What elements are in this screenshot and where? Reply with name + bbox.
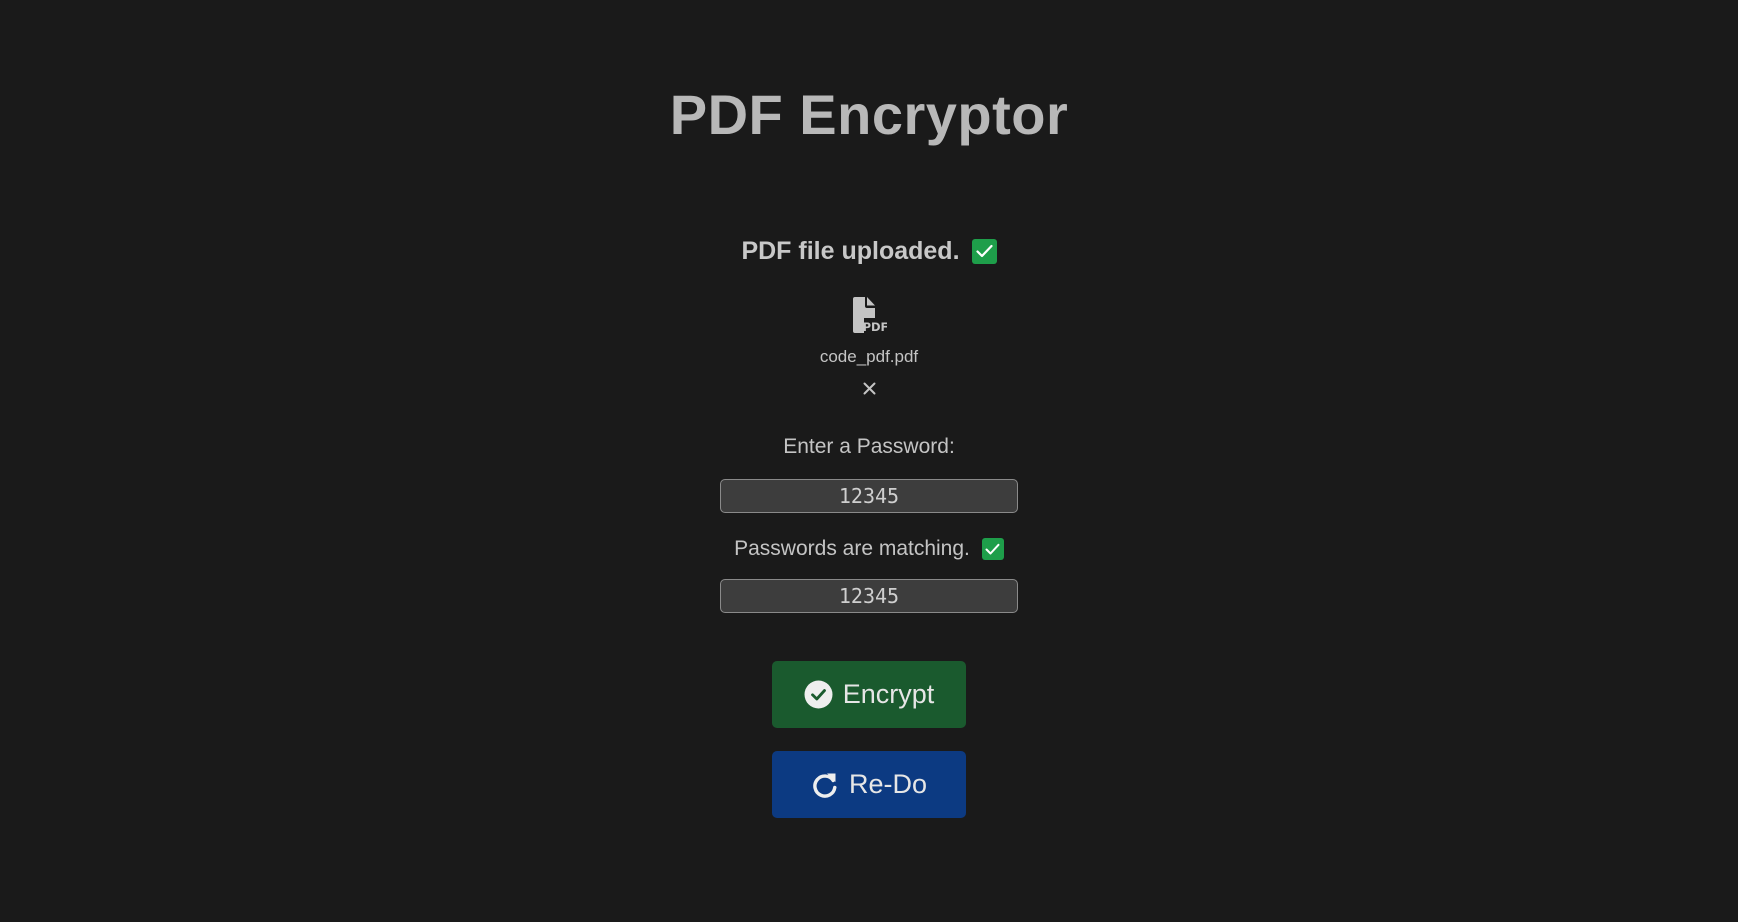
svg-text:PDF: PDF (863, 320, 887, 334)
file-name: code_pdf.pdf (819, 347, 919, 366)
redo-button-label: Re-Do (848, 769, 928, 799)
page: PDF Encryptor PDF file uploaded. PDF cod… (0, 0, 1738, 922)
close-icon (863, 382, 875, 394)
pdf-file-icon: PDF (851, 296, 888, 339)
password-match-text: Passwords are matching. (734, 537, 970, 560)
uploaded-file: PDF code_pdf.pdf (0, 296, 1738, 399)
upload-status: PDF file uploaded. (0, 234, 1738, 268)
encrypt-button-label: Encrypt (842, 679, 935, 709)
upload-status-text: PDF file uploaded. (741, 236, 960, 265)
encrypt-button[interactable]: Encrypt (772, 661, 966, 728)
checkbox-checked-icon (971, 238, 997, 264)
password-input[interactable] (720, 479, 1018, 513)
redo-icon (811, 771, 839, 799)
confirm-password-input[interactable] (720, 579, 1018, 613)
redo-button[interactable]: Re-Do (772, 751, 966, 818)
checkbox-checked-icon (981, 538, 1004, 560)
password-match-status: Passwords are matching. (0, 535, 1738, 563)
check-circle-icon (804, 680, 833, 709)
remove-file-button[interactable] (858, 377, 880, 399)
page-title: PDF Encryptor (669, 83, 1069, 146)
password-label: Enter a Password: (783, 435, 955, 458)
